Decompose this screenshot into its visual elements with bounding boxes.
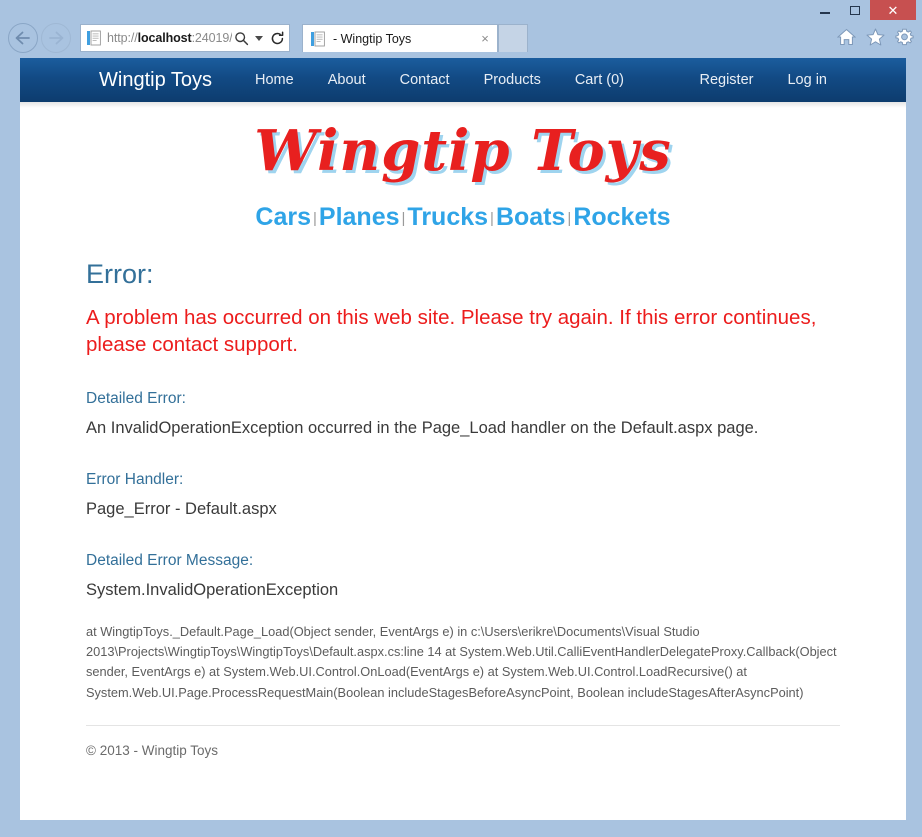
error-message: A problem has occurred on this web site.… (86, 305, 817, 357)
detailed-error-label: Detailed Error: (86, 390, 186, 408)
close-icon: ✕ (887, 2, 899, 18)
category-link-boats[interactable]: Boats (496, 203, 565, 231)
nav-item-about[interactable]: About (311, 72, 383, 88)
nav-item-register[interactable]: Register (682, 72, 770, 88)
stack-trace: at WingtipToys._Default.Page_Load(Object… (86, 623, 837, 700)
browser-tab[interactable]: - Wingtip Toys × (302, 24, 498, 52)
category-separator: | (490, 209, 494, 227)
detailed-error-message-value: System.InvalidOperationException (86, 581, 339, 600)
category-link-trucks[interactable]: Trucks (407, 203, 488, 231)
category-separator: | (401, 209, 406, 227)
back-button[interactable] (8, 23, 38, 53)
category-links: Cars |Planes |Trucks |Boats |Rockets (86, 203, 840, 232)
nav-item-login[interactable]: Log in (770, 72, 844, 88)
tab-close-icon[interactable]: × (477, 31, 493, 46)
chevron-down-glyph (255, 35, 263, 41)
detailed-error-value: An InvalidOperationException occurred in… (86, 419, 759, 438)
navigation-buttons (8, 23, 71, 53)
back-arrow-icon (15, 31, 30, 45)
search-icon[interactable] (232, 26, 250, 50)
site-navbar: Wingtip Toys Home About Contact Products… (20, 58, 906, 102)
address-bar[interactable]: http://localhost:24019/De (80, 24, 290, 52)
site-logo: Wingtip Toys (254, 118, 672, 184)
browser-window: ✕ http://localhost:24019 - Wingtip Toys … (0, 0, 922, 837)
minimize-button[interactable] (810, 0, 840, 20)
window-controls: ✕ (810, 0, 916, 20)
detailed-error-message-label: Detailed Error Message: (86, 552, 254, 570)
nav-item-home[interactable]: Home (238, 72, 311, 88)
category-link-rockets[interactable]: Rockets (573, 203, 670, 231)
tab-strip: - Wingtip Toys × (302, 24, 528, 52)
error-handler-value: Page_Error - Default.aspx (86, 500, 277, 519)
nav-item-contact[interactable]: Contact (383, 72, 467, 88)
error-handler-label: Error Handler: (86, 471, 184, 489)
category-link-planes[interactable]: Planes (319, 203, 400, 231)
title-bar: ✕ (0, 0, 922, 20)
maximize-button[interactable] (840, 0, 870, 20)
nav-item-cart[interactable]: Cart (0) (558, 72, 641, 88)
page-content: Wingtip Toys Cars |Planes |Trucks |Boats |Ro… (20, 122, 906, 758)
category-separator: | (313, 209, 317, 227)
forward-button[interactable] (41, 23, 71, 53)
chevron-down-icon[interactable] (250, 26, 268, 50)
site-brand[interactable]: Wingtip Toys (99, 69, 212, 92)
forward-arrow-icon (49, 31, 64, 45)
page-viewport: Wingtip Toys Home About Contact Products… (20, 58, 906, 820)
category-link-cars[interactable]: Cars (255, 203, 311, 231)
browser-tools (837, 28, 914, 46)
nav-item-products[interactable]: Products (467, 72, 558, 88)
page-favicon-icon (85, 26, 103, 50)
tab-title: - Wingtip Toys (333, 31, 412, 46)
primary-nav: Home About Contact Products Cart (0) (238, 72, 641, 88)
gear-icon[interactable] (895, 28, 914, 46)
maximize-icon (850, 5, 860, 15)
url-text: http://localhost:24019/De (107, 31, 232, 45)
account-nav: Register Log in (682, 72, 844, 88)
star-icon[interactable] (866, 28, 885, 46)
footer-divider (86, 724, 840, 726)
refresh-icon[interactable] (268, 26, 286, 50)
home-icon[interactable] (837, 28, 856, 46)
new-tab-button[interactable] (498, 24, 528, 52)
tab-favicon-icon (309, 27, 327, 51)
browser-toolbar: http://localhost:24019/De (0, 20, 922, 58)
close-button[interactable]: ✕ (870, 0, 916, 20)
minimize-icon (820, 11, 830, 14)
navbar-shadow (20, 102, 906, 108)
footer-copyright: © 2013 - Wingtip Toys (86, 742, 219, 758)
category-separator: | (567, 209, 572, 227)
error-heading: Error: (86, 258, 154, 289)
